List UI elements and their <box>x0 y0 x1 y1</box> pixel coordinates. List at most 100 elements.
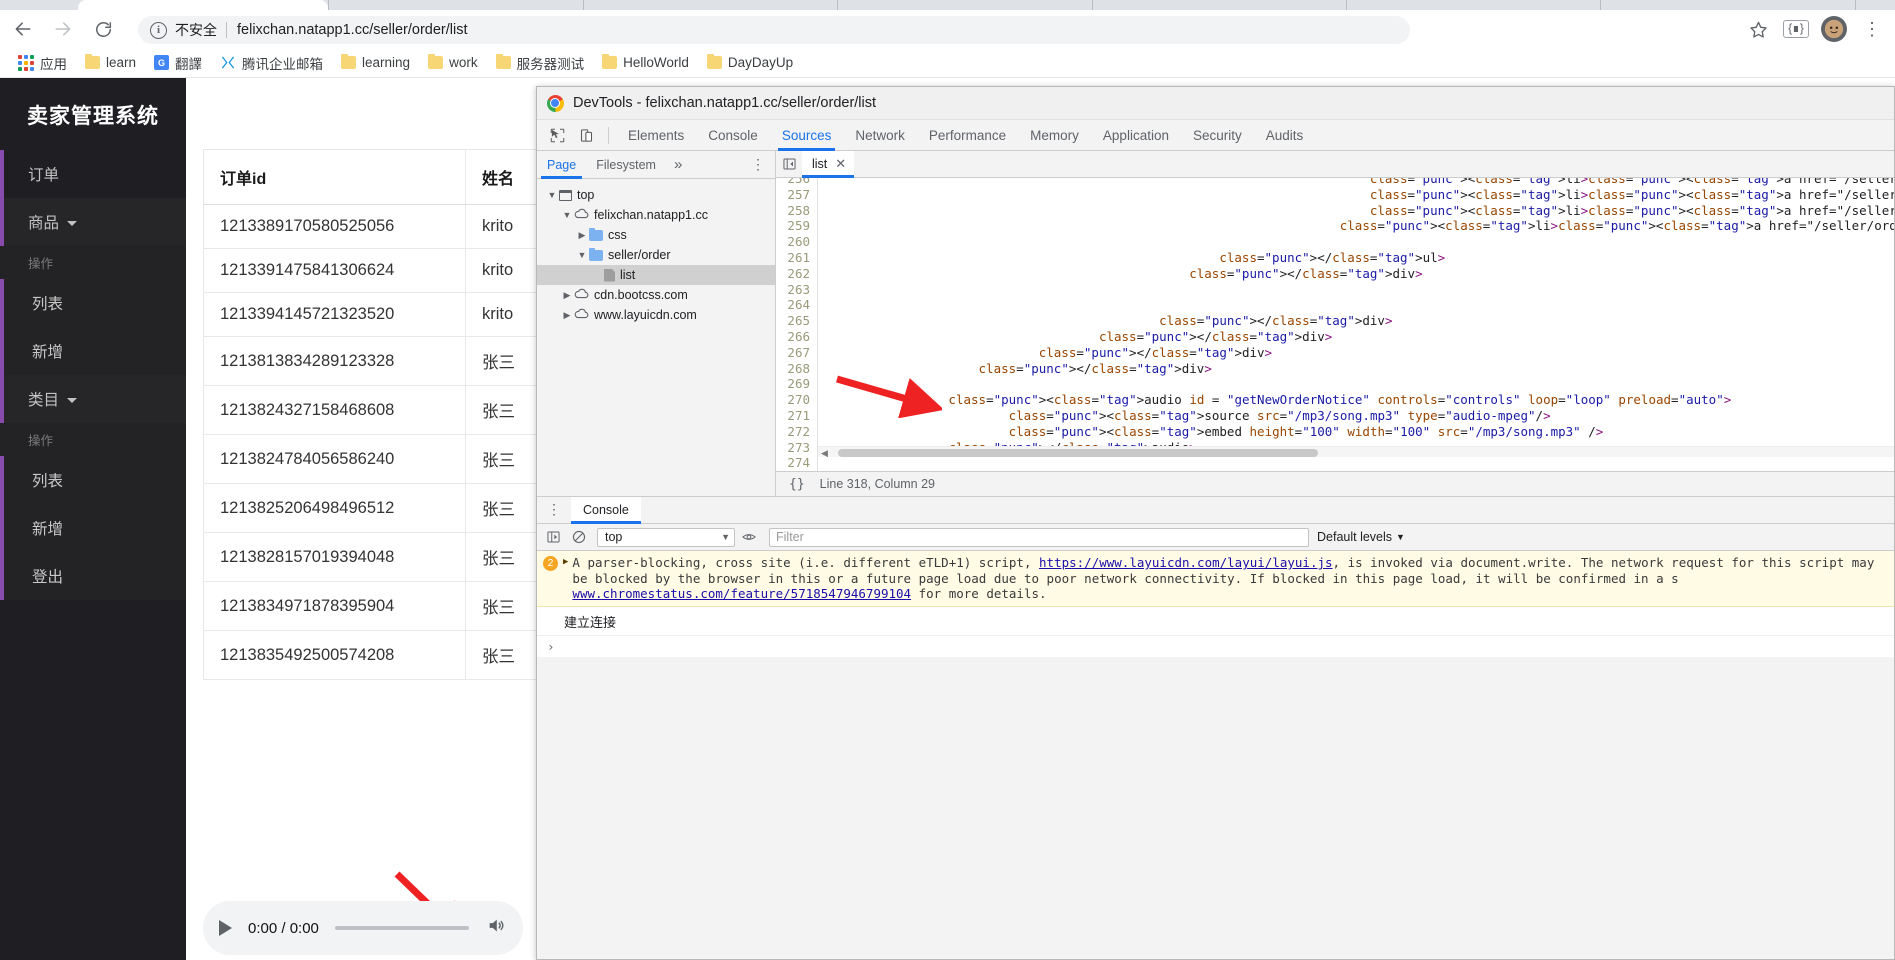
bookmark-apps[interactable]: 应用 <box>10 51 75 75</box>
tree-item-cdn-bootcss-com[interactable]: ▶ cdn.bootcss.com <box>537 285 775 305</box>
console-warning-message[interactable]: 2 ▶ A parser-blocking, cross site (i.e. … <box>537 551 1894 607</box>
sidebar-item-logout[interactable]: 登出 <box>0 552 186 600</box>
console-prompt[interactable]: › <box>537 636 1894 657</box>
drawer-menu-icon[interactable]: ⋮ <box>537 502 571 516</box>
active-tab[interactable] <box>78 0 328 10</box>
nav-tab-page[interactable]: Page <box>537 151 586 179</box>
chevron-down-icon[interactable]: ▼ <box>575 250 589 260</box>
tree-item-felixchan-natapp1-cc[interactable]: ▼ felixchan.natapp1.cc <box>537 205 775 225</box>
scroll-left-icon[interactable]: ◀ <box>821 448 828 459</box>
chevron-right-icon[interactable]: ▶ <box>575 230 589 241</box>
profile-avatar[interactable] <box>1818 13 1850 45</box>
cell-order-id: 1213828157019394048 <box>203 532 466 582</box>
close-icon[interactable]: ✕ <box>835 156 846 172</box>
console-link[interactable]: https://www.layuicdn.com/layui/layui.js <box>1039 555 1333 570</box>
tree-item-css[interactable]: ▶ css <box>537 225 775 245</box>
tree-item-top[interactable]: ▼ top <box>537 185 775 205</box>
chevron-down-icon[interactable]: ▼ <box>560 210 574 220</box>
play-icon[interactable] <box>219 920 232 936</box>
cell-order-id: 1213394145721323520 <box>203 292 466 337</box>
tab-performance[interactable]: Performance <box>917 120 1018 151</box>
more-tabs-icon[interactable]: » <box>666 156 690 173</box>
address-bar[interactable]: i 不安全 felixchan.natapp1.cc/seller/order/… <box>138 16 1410 44</box>
table-row: 1213824784056586240 张三 <box>203 434 586 484</box>
tab-console[interactable]: Console <box>696 120 770 151</box>
navigator-menu-icon[interactable]: ⋮ <box>741 157 775 171</box>
reload-button[interactable] <box>86 12 120 46</box>
sidebar-item-category-list[interactable]: 列表 <box>0 456 186 504</box>
site-info-icon[interactable]: i <box>150 21 167 39</box>
line-number: 274 <box>787 455 810 471</box>
column-header-order-id[interactable]: 订单id <box>203 149 466 205</box>
sidebar-item-product-add[interactable]: 新增 <box>0 327 186 375</box>
sidebar-item-label: 新增 <box>32 521 64 538</box>
bookmark-work[interactable]: work <box>420 51 486 75</box>
audio-progress-slider[interactable] <box>334 926 469 930</box>
devtools-titlebar: DevTools - felixchan.natapp1.cc/seller/o… <box>537 87 1894 120</box>
tab-memory[interactable]: Memory <box>1018 120 1091 151</box>
forward-button[interactable] <box>46 12 80 46</box>
tab-sources[interactable]: Sources <box>770 120 844 151</box>
code-viewer[interactable]: 256 257 258 259 260 261 262 263 264 265 266 267 268 2… <box>776 178 1894 471</box>
audio-player[interactable]: 0:00 / 0:00 <box>203 901 523 955</box>
console-sidebar-icon[interactable] <box>541 526 565 548</box>
bookmark-star-icon[interactable] <box>1742 13 1774 45</box>
expand-triangle-icon[interactable]: ▶ <box>563 557 568 602</box>
bookmark-server-test[interactable]: 服务器测试 <box>488 51 593 75</box>
editor-tab-list[interactable]: list ✕ <box>802 150 855 178</box>
sidebar-item-product-list[interactable]: 列表 <box>0 279 186 327</box>
tree-item-label: css <box>608 228 627 242</box>
scrollbar-thumb[interactable] <box>838 449 1318 457</box>
tab-security[interactable]: Security <box>1181 120 1254 151</box>
drawer-tab-console[interactable]: Console <box>571 496 641 524</box>
tab-audits[interactable]: Audits <box>1254 120 1316 151</box>
sidebar-item-products[interactable]: 商品 <box>0 198 186 246</box>
chevron-right-icon[interactable]: ▶ <box>560 310 574 321</box>
sidebar-group-operations-1: 操作 <box>0 246 186 279</box>
console-link[interactable]: www.chromestatus.com/feature/57185479467… <box>572 586 911 601</box>
bookmark-learning[interactable]: learning <box>333 51 418 75</box>
tree-item-www-layuicdn-com[interactable]: ▶ www.layuicdn.com <box>537 305 775 325</box>
tree-item-seller-order[interactable]: ▼ seller/order <box>537 245 775 265</box>
extension-icon[interactable]: {∎} <box>1780 13 1812 45</box>
device-toolbar-icon[interactable] <box>573 122 600 149</box>
bookmark-daydayup[interactable]: DayDayUp <box>699 51 801 75</box>
chevron-right-icon[interactable]: ▶ <box>560 290 574 301</box>
pretty-print-button[interactable]: {} <box>784 476 810 493</box>
speaker-icon[interactable] <box>485 916 507 940</box>
tree-item-list[interactable]: list <box>537 265 775 285</box>
bookmark-tencent-mail[interactable]: 腾讯企业邮箱 <box>212 51 331 75</box>
line-number: 258 <box>787 202 810 218</box>
bookmark-learn[interactable]: learn <box>77 51 144 75</box>
cloud-icon <box>574 308 589 322</box>
clear-console-icon[interactable] <box>567 526 591 548</box>
sidebar-item-category-add[interactable]: 新增 <box>0 504 186 552</box>
chevron-down-icon[interactable]: ▼ <box>545 190 559 200</box>
browser-menu-button[interactable]: ⋮ <box>1856 13 1888 45</box>
console-context-selector[interactable]: top ▼ <box>597 527 735 547</box>
console-filter-input[interactable]: Filter <box>769 527 1309 547</box>
sidebar-item-label: 类目 <box>28 392 60 409</box>
apps-grid-icon <box>18 54 34 71</box>
tab-network[interactable]: Network <box>843 120 917 151</box>
cell-order-id: 1213834971878395904 <box>203 581 466 631</box>
table-row: 1213391475841306624 krito <box>203 248 586 293</box>
bookmark-translate[interactable]: G 翻譯 <box>146 51 210 75</box>
horizontal-scrollbar[interactable]: ◀ <box>818 446 1894 459</box>
file-tree: ▼ top ▼ felixchan.natapp1.cc ▶ css ▼ seller/ord… <box>537 179 775 496</box>
devtools-tabbar: Elements Console Sources Network Perform… <box>537 120 1894 151</box>
nav-tab-filesystem[interactable]: Filesystem <box>586 151 666 179</box>
back-button[interactable] <box>6 12 40 46</box>
bookmark-helloworld[interactable]: HelloWorld <box>594 51 697 75</box>
console-eye-icon[interactable] <box>737 526 761 548</box>
show-navigator-icon[interactable] <box>776 157 802 171</box>
tab-application[interactable]: Application <box>1091 120 1181 151</box>
line-number: 263 <box>787 281 810 297</box>
tab-elements[interactable]: Elements <box>616 120 696 151</box>
url-text: felixchan.natapp1.cc/seller/order/list <box>237 22 468 38</box>
source-editor: list ✕ 256 257 258 259 260 261 262 263 264 265 266… <box>776 150 1894 496</box>
sidebar-item-categories[interactable]: 类目 <box>0 375 186 423</box>
inspect-element-icon[interactable] <box>544 122 571 149</box>
console-levels-selector[interactable]: Default levels ▼ <box>1317 530 1405 544</box>
sidebar-item-orders[interactable]: 订单 <box>0 150 186 198</box>
